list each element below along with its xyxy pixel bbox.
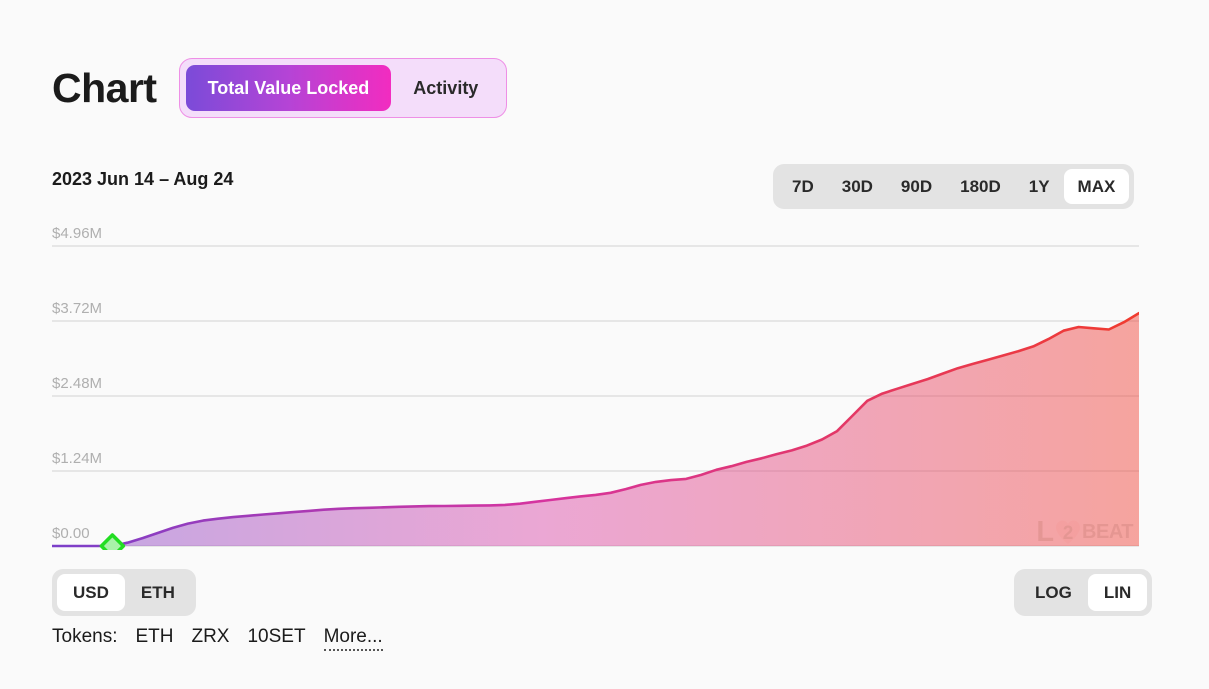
y-axis-label-1: $1.24M (52, 450, 103, 467)
tokens-more-link[interactable]: More... (323, 626, 383, 651)
tokens-label: Tokens: (52, 626, 118, 647)
unit-button-usd[interactable]: USD (57, 574, 125, 611)
range-button-1y[interactable]: 1Y (1015, 169, 1064, 204)
unit-button-eth[interactable]: ETH (125, 574, 191, 611)
tvl-chart[interactable]: $4.96M $3.72M $2.48M $1.24M $0.00 L 2 BE… (52, 225, 1139, 550)
scale-button-log[interactable]: LOG (1019, 574, 1088, 611)
token-10set[interactable]: 10SET (247, 626, 305, 648)
y-axis-label-4: $4.96M (52, 225, 103, 242)
tab-total-value-locked[interactable]: Total Value Locked (185, 65, 392, 111)
chart-tab-group: Total Value Locked Activity (178, 58, 508, 118)
page-title: Chart (52, 64, 157, 111)
token-eth[interactable]: ETH (135, 626, 173, 648)
y-axis-label-0: $0.00 (52, 525, 90, 542)
chart-page: Chart Total Value Locked Activity 2023 J… (0, 0, 1209, 689)
range-button-7d[interactable]: 7D (778, 169, 828, 204)
scale-button-lin[interactable]: LIN (1087, 574, 1148, 611)
time-range-selector: 7D 30D 90D 180D 1Y MAX (773, 164, 1135, 209)
range-button-90d[interactable]: 90D (887, 169, 946, 204)
tokens-row: Tokens: ETH ZRX 10SET More... (52, 626, 383, 651)
range-button-max[interactable]: MAX (1063, 169, 1130, 204)
axis-scale-selector: LOG LIN (1014, 569, 1153, 616)
y-axis-label-2: $2.48M (52, 375, 103, 392)
chart-canvas (52, 245, 1139, 550)
currency-unit-selector: USD ETH (52, 569, 196, 616)
tab-activity[interactable]: Activity (391, 65, 500, 111)
token-zrx[interactable]: ZRX (191, 626, 229, 648)
date-range-label: 2023 Jun 14 – Aug 24 (52, 169, 234, 189)
range-button-30d[interactable]: 30D (828, 169, 887, 204)
chart-header: Chart Total Value Locked Activity (52, 58, 508, 118)
y-axis-label-3: $3.72M (52, 300, 103, 317)
range-button-180d[interactable]: 180D (946, 169, 1015, 204)
